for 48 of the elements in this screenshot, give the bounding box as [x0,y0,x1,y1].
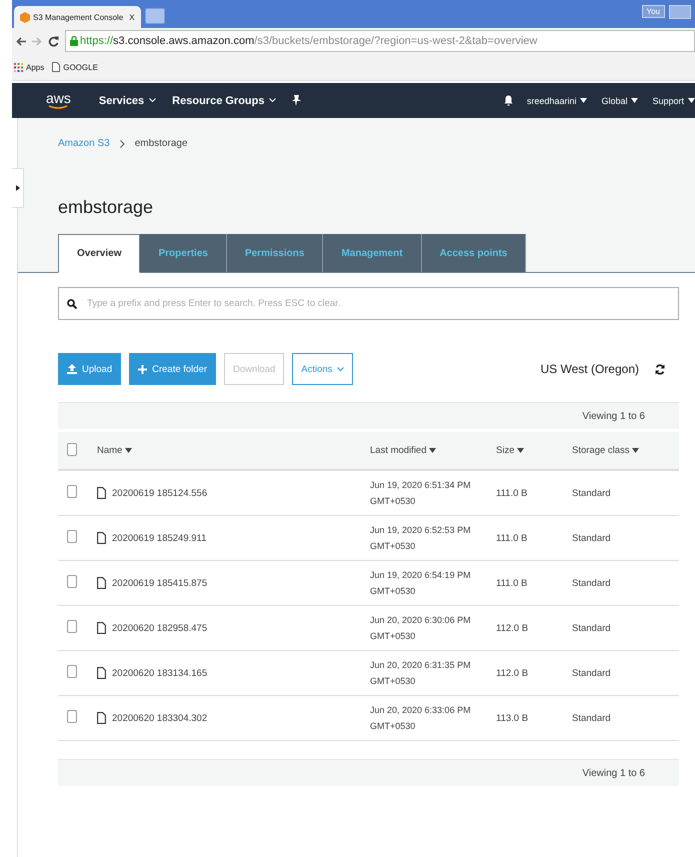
browser-tab[interactable]: S3 Management Console X [14,6,141,28]
table-cell: Standard [572,532,611,544]
table-cell: Standard [572,712,611,724]
table-cell-text: Jun 20, 2020 6:33:06 PM GMT+0530 [370,704,472,733]
bucket-title: embstorage [58,197,154,218]
region-label: US West (Oregon) [540,362,639,376]
table-cell-text: Jun 20, 2020 6:31:35 PM GMT+0530 [370,659,472,688]
aws-logo[interactable]: aws [46,92,71,110]
pagination-text: Viewing 1 to 6 [582,410,645,422]
address-bar[interactable]: https://s3.console.aws.amazon.com/s3/buckets/embstorage/?region=us-west-2&tab=overview [65,30,695,52]
column-header[interactable]: Last modified [370,445,436,456]
table-cell: Standard [572,668,611,678]
tab-title: S3 Management Console [33,12,124,22]
table-cell: 112.0 B [496,668,528,678]
file-name[interactable]: 20200620 183304.302 [112,712,208,724]
column-header[interactable]: Storage class [572,445,640,456]
search-bar[interactable]: Type a prefix and press Enter to search. Press ESC to clear. [58,287,679,320]
table-cell-text: Jun 19, 2020 6:52:53 PM GMT+0530 [370,524,472,553]
table-cell: Standard [572,488,611,498]
bookmark[interactable]: Apps [14,62,44,72]
file-name[interactable]: 20200619 185124.556 [112,488,208,498]
table-cell: 111.0 B [496,578,528,588]
column-header[interactable]: Size [496,445,524,456]
file-name[interactable]: 20200620 182958.475 [112,622,208,634]
table-cell-text: Jun 19, 2020 6:51:34 PM GMT+0530 [370,479,472,508]
file-name[interactable]: 20200619 185415.875 [112,578,208,588]
support-menu[interactable]: Support [652,96,695,106]
region-menu[interactable]: Global [601,96,638,106]
file-name[interactable]: 20200620 183134.165 [112,668,208,678]
user-menu[interactable]: sreedhaarini [526,96,588,106]
table-cell: 111.0 B [496,488,528,498]
bookmark[interactable]: GOOGLE [52,62,98,72]
table-cell: 113.0 B [496,712,528,724]
pagination-text: Viewing 1 to 6 [582,768,645,778]
breadcrumb-current: embstorage [134,138,188,149]
table-cell: Standard [572,622,611,634]
close-icon[interactable]: X [129,12,135,22]
table-cell: Standard [572,578,611,588]
url-text: https://s3.console.aws.amazon.com/s3/buckets/embstorage/?region=us-west-2&tab=overview [80,35,538,47]
nav-menu[interactable]: Services [98,94,156,106]
file-name[interactable]: 20200619 185249.911 [112,532,206,544]
column-header[interactable]: Name [97,445,132,456]
nav-menu[interactable]: Resource Groups [172,94,276,106]
table-cell-text: Jun 20, 2020 6:30:06 PM GMT+0530 [370,614,472,643]
table-cell-text: Jun 19, 2020 6:54:19 PM GMT+0530 [370,569,472,598]
table-cell: 111.0 B [496,532,528,544]
tab[interactable]: Overview [58,234,140,273]
table-cell: 112.0 B [496,622,528,634]
